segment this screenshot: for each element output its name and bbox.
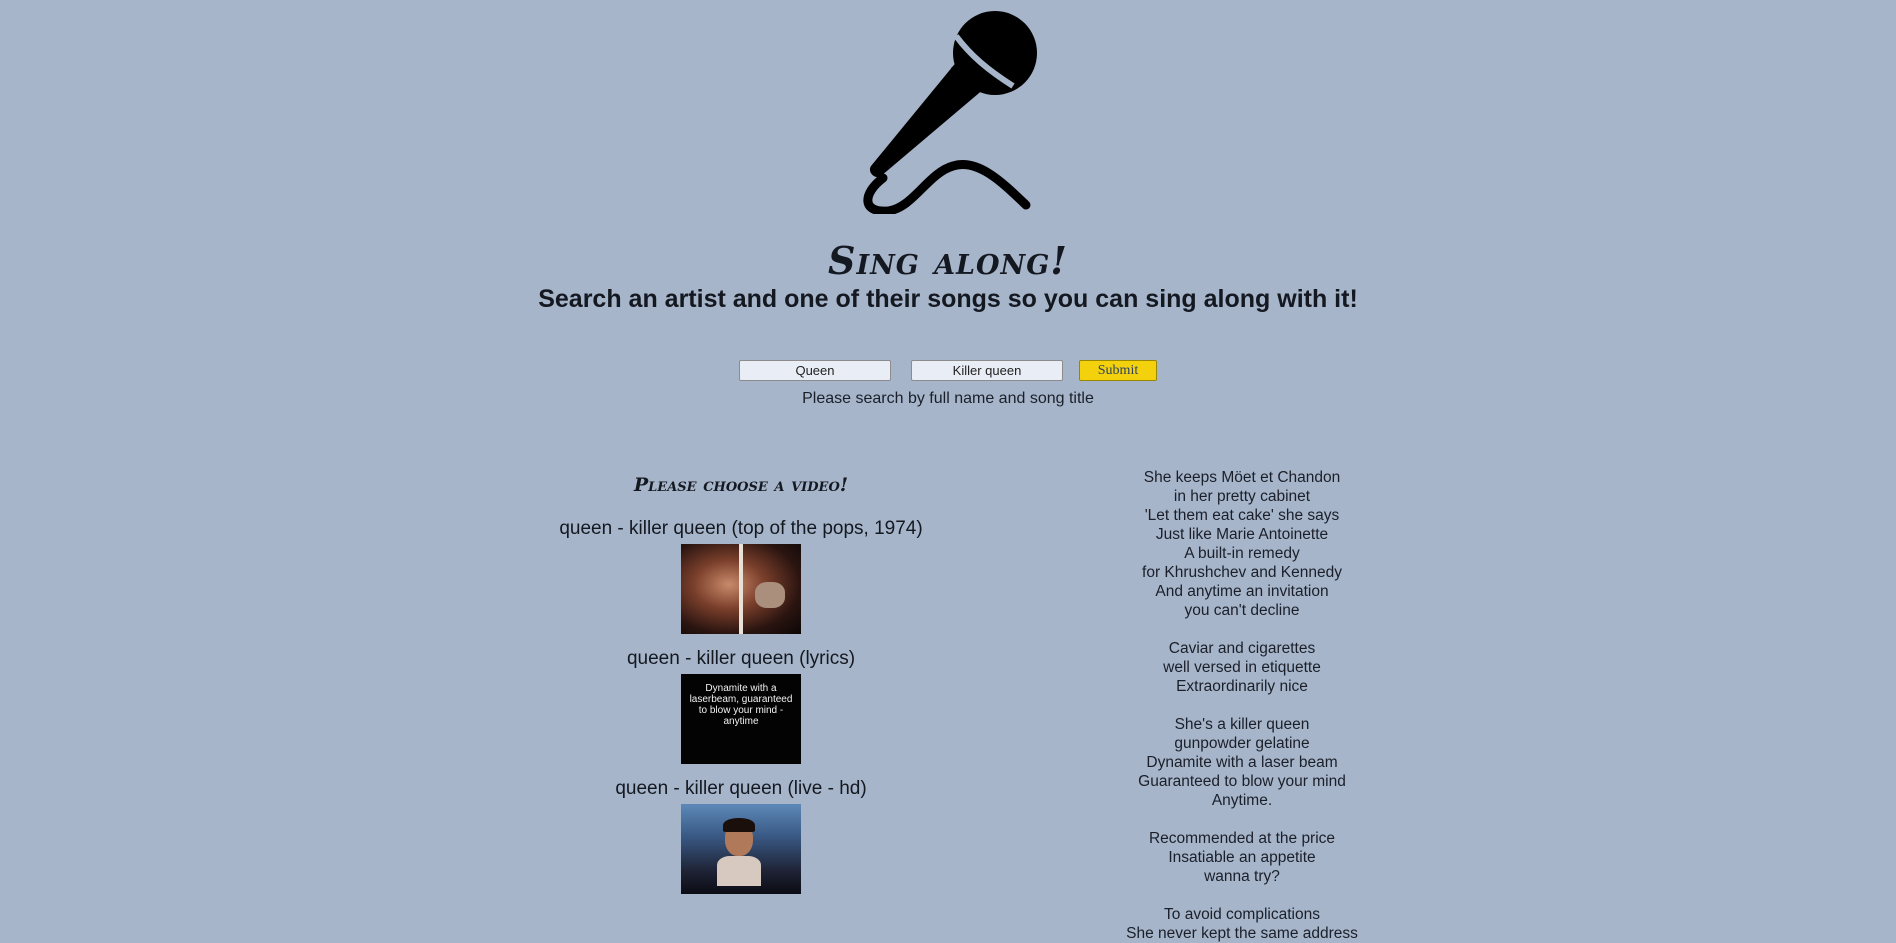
lyric-line: She never kept the same address xyxy=(1126,925,1358,942)
lyric-line: in her pretty cabinet xyxy=(1173,488,1311,505)
lyric-line: She's a killer queen xyxy=(1174,716,1310,733)
microphone-icon xyxy=(863,11,1037,214)
video-item[interactable]: queen - killer queen (live - hd) xyxy=(541,778,941,894)
lyric-line: Guaranteed to blow your mind xyxy=(1138,773,1346,790)
video-item[interactable]: queen - killer queen (top of the pops, 1… xyxy=(541,518,941,634)
video-thumbnail[interactable]: Dynamite with a laserbeam, guaranteed to… xyxy=(681,674,801,764)
video-list-heading: Please choose a video! xyxy=(633,474,849,496)
page-subtitle: Search an artist and one of their songs … xyxy=(538,285,1358,313)
lyric-line: gunpowder gelatine xyxy=(1174,735,1310,752)
lyric-line xyxy=(1117,810,1367,829)
search-hint: Please search by full name and song titl… xyxy=(802,390,1094,407)
search-form: Submit xyxy=(0,360,1896,381)
lyric-line xyxy=(1117,696,1367,715)
lyrics-panel: She keeps Möet et Chandon in her pretty c… xyxy=(1117,468,1367,943)
lyric-line xyxy=(1117,886,1367,905)
lyric-line: Dynamite with a laser beam xyxy=(1146,754,1338,771)
video-thumbnail[interactable] xyxy=(681,804,801,894)
lyric-line: you can't decline xyxy=(1184,602,1300,619)
lyric-line: A built-in remedy xyxy=(1184,545,1300,562)
page-title: Sing along! xyxy=(828,238,1068,283)
lyric-line: To avoid complications xyxy=(1164,906,1320,923)
lyric-line: for Khrushchev and Kennedy xyxy=(1142,564,1342,581)
video-thumbnail[interactable] xyxy=(681,544,801,634)
lyric-line: Recommended at the price xyxy=(1148,830,1336,847)
lyric-line xyxy=(1117,620,1367,639)
video-title[interactable]: queen - killer queen (top of the pops, 1… xyxy=(541,518,941,540)
video-title[interactable]: queen - killer queen (live - hd) xyxy=(541,778,941,800)
song-input[interactable] xyxy=(911,360,1063,381)
lyric-line: Just like Marie Antoinette xyxy=(1155,526,1329,543)
video-title[interactable]: queen - killer queen (lyrics) xyxy=(541,648,941,670)
submit-button[interactable]: Submit xyxy=(1079,360,1157,381)
artist-input[interactable] xyxy=(739,360,891,381)
lyric-line: Insatiable an appetite xyxy=(1168,849,1316,866)
lyric-line: Extraordinarily nice xyxy=(1176,678,1308,695)
lyric-line: 'Let them eat cake' she says xyxy=(1144,507,1340,524)
thumbnail-caption: Dynamite with a laserbeam, guaranteed to… xyxy=(689,683,793,727)
lyric-line: She keeps Möet et Chandon xyxy=(1143,469,1341,486)
video-list: Please choose a video! queen - killer qu… xyxy=(541,474,941,908)
lyric-line: Caviar and cigarettes xyxy=(1168,640,1316,657)
lyric-line: And anytime an invitation xyxy=(1155,583,1329,600)
video-item[interactable]: queen - killer queen (lyrics) Dynamite w… xyxy=(541,648,941,764)
lyric-line: well versed in etiquette xyxy=(1163,659,1321,676)
lyric-line: wanna try? xyxy=(1204,868,1280,885)
lyric-line: Anytime. xyxy=(1211,792,1273,809)
